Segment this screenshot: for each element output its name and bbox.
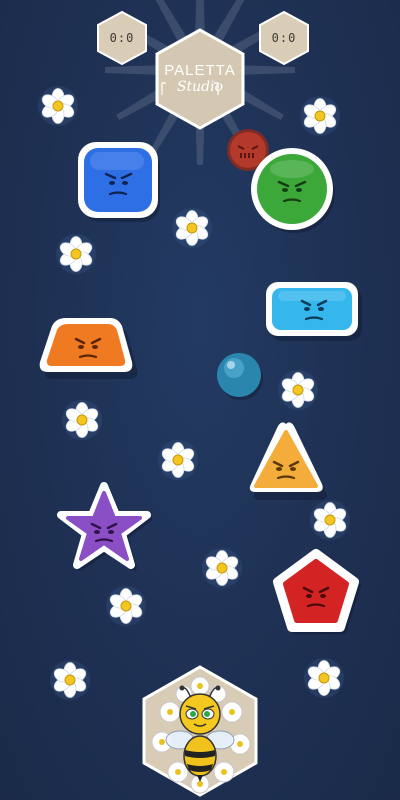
score-right-text: 0:0: [271, 31, 297, 45]
bee-icon[interactable]: [160, 684, 240, 784]
game-board[interactable]: 0:0 0:0 PALETTA Studio: [0, 0, 400, 800]
score-left-text: 0:0: [109, 31, 135, 45]
daisy-flower-icon: [300, 96, 340, 136]
daisy-flower-icon: [56, 234, 96, 274]
score-left-badge: 0:0: [94, 10, 150, 66]
green-circle-piece[interactable]: [248, 144, 338, 234]
daisy-flower-icon: [278, 370, 318, 410]
score-right-badge: 0:0: [256, 10, 312, 66]
orange-trapezoid-piece[interactable]: [38, 316, 138, 380]
yellow-triangle-piece[interactable]: [244, 420, 328, 502]
daisy-flower-icon: [202, 548, 242, 588]
daisy-flower-icon: [50, 660, 90, 700]
daisy-flower-icon: [172, 208, 212, 248]
daisy-flower-icon: [158, 440, 198, 480]
daisy-flower-icon: [304, 658, 344, 698]
red-pentagon-piece[interactable]: [270, 548, 362, 638]
cyan-rectangle-piece[interactable]: [264, 280, 364, 342]
blue-ball[interactable]: [214, 350, 266, 402]
blue-rounded-square-piece[interactable]: [76, 140, 164, 224]
daisy-flower-icon: [62, 400, 102, 440]
daisy-flower-icon: [106, 586, 146, 626]
logo-bracket-icon: [161, 82, 219, 95]
paletta-studio-logo: PALETTA Studio: [154, 28, 246, 130]
purple-star-piece[interactable]: [56, 478, 152, 574]
daisy-flower-icon: [310, 500, 350, 540]
daisy-flower-icon: [38, 86, 78, 126]
